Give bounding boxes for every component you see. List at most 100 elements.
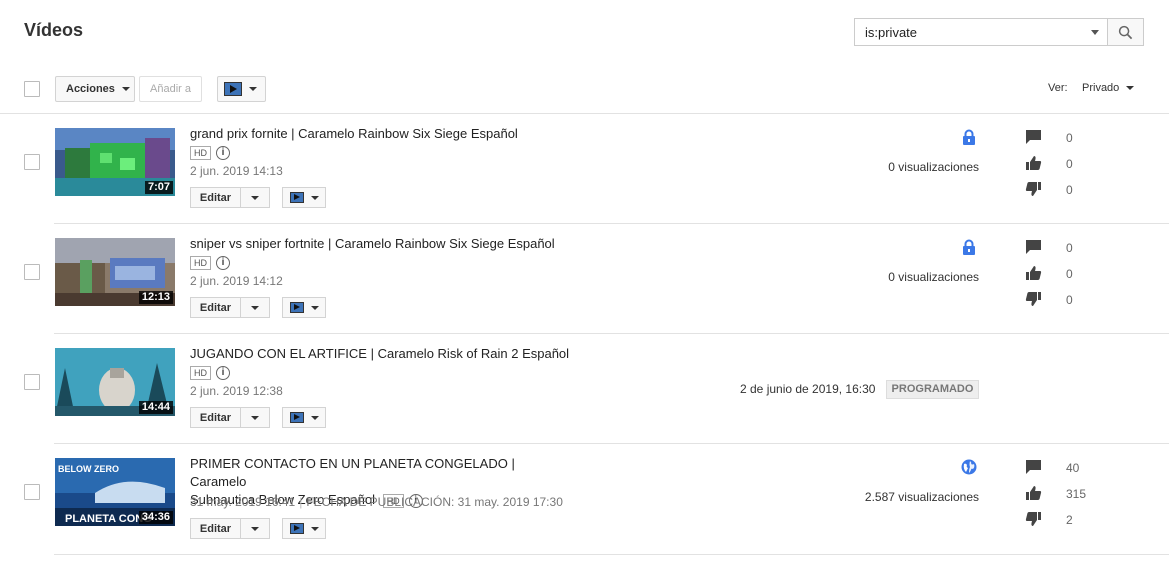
edit-label: Editar [191,188,241,207]
edit-button[interactable]: Editar [190,187,270,208]
view-label: Ver: [1048,82,1068,94]
youtube-menu-button[interactable] [282,518,326,539]
thumbs-down-icon [1025,182,1041,196]
edit-dropdown[interactable] [241,408,269,427]
hd-badge: HD [190,145,211,160]
row-divider [54,223,1169,224]
info-icon[interactable]: i [216,365,230,380]
add-to-label: Añadir a [150,83,191,95]
edit-label: Editar [191,408,241,427]
edit-button[interactable]: Editar [190,297,270,318]
thumbs-up-icon [1026,266,1042,280]
thumbnail-text-top: BELOW ZERO [58,464,119,474]
edit-button[interactable]: Editar [190,407,270,428]
comment-count: 40 [1066,461,1080,475]
youtube-actions-button[interactable] [217,76,266,102]
row-checkbox[interactable] [24,264,40,280]
chevron-down-icon [121,87,130,91]
chevron-down-icon [251,415,259,420]
youtube-menu-button[interactable] [282,297,326,318]
row-divider [54,333,1169,334]
duration-label: 34:36 [138,511,173,524]
search-dropdown-caret-icon[interactable] [1091,30,1099,35]
add-to-button[interactable]: Añadir a [139,76,202,102]
like-count: 315 [1066,487,1087,501]
thumbs-down-icon [1025,292,1041,306]
chevron-down-icon [310,526,319,531]
edit-label: Editar [191,298,241,317]
duration-label: 7:07 [144,181,173,194]
edit-label: Editar [191,519,241,538]
duration-label: 12:13 [138,291,173,304]
hd-badge: HD [190,365,211,380]
chevron-down-icon [1126,86,1135,90]
lock-icon [963,239,975,255]
video-date: 2 jun. 2019 14:13 [190,164,283,178]
view-count: 2.587 visualizaciones [864,490,979,504]
video-badges: HD i [190,364,230,382]
video-date: 2 jun. 2019 14:12 [190,274,283,288]
chevron-down-icon [251,195,259,200]
scheduled-badge: PROGRAMADO [886,380,979,399]
chevron-down-icon [249,87,257,91]
youtube-menu-button[interactable] [282,407,326,428]
video-title[interactable]: JUGANDO CON EL ARTIFICE | Caramelo Risk … [190,345,570,363]
row-checkbox[interactable] [24,154,40,170]
view-selected: Privado [1082,82,1120,94]
edit-dropdown[interactable] [241,188,269,207]
search-box [854,18,1144,46]
video-thumbnail[interactable]: 12:13 [55,238,175,306]
thumbs-up-icon [1026,486,1042,500]
view-select[interactable]: Privado [1082,82,1135,94]
video-thumbnail[interactable]: 14:44 [55,348,175,416]
youtube-logo-icon [289,192,304,203]
dislike-count: 0 [1066,293,1073,307]
row-checkbox[interactable] [24,484,40,500]
view-count: 0 visualizaciones [888,160,979,174]
dislike-count: 0 [1066,183,1073,197]
comment-icon [1026,130,1041,144]
comment-count: 0 [1066,131,1073,145]
hd-badge: HD [190,255,211,270]
video-title[interactable]: grand prix fornite | Caramelo Rainbow Si… [190,125,570,143]
page-title: Vídeos [24,20,84,40]
like-count: 0 [1066,157,1073,171]
chevron-down-icon [310,305,319,310]
globe-icon [961,459,977,475]
actions-button[interactable]: Acciones [55,76,135,102]
separator: | [299,495,303,509]
dislike-count: 2 [1066,513,1073,527]
youtube-logo-icon [224,82,242,96]
comment-icon [1026,460,1041,474]
chevron-down-icon [310,195,319,200]
comment-icon [1026,240,1041,254]
video-badges: HD i [190,254,230,272]
scheduled-date: 2 de junio de 2019, 16:30 [740,382,876,396]
video-date-row: 31 may. 2019 16:41 | FECHA DE PUBLICACIÓN:… [190,495,563,509]
video-badges: HD i [190,144,230,162]
row-checkbox[interactable] [24,374,40,390]
youtube-menu-button[interactable] [282,187,326,208]
like-count: 0 [1066,267,1073,281]
select-all-checkbox[interactable] [24,81,40,97]
info-icon[interactable]: i [216,255,230,270]
video-title-line1: PRIMER CONTACTO EN UN PLANETA CONGELADO … [190,456,515,489]
edit-dropdown[interactable] [241,519,269,538]
chevron-down-icon [310,415,319,420]
info-icon[interactable]: i [216,145,230,160]
video-thumbnail[interactable]: BELOW ZERO PLANETA CONG 34:36 [55,458,175,526]
view-count: 0 visualizaciones [888,270,979,284]
edit-dropdown[interactable] [241,298,269,317]
duration-label: 14:44 [138,401,173,414]
youtube-logo-icon [289,412,304,423]
lock-icon [963,129,975,145]
video-date: 31 may. 2019 16:41 [190,495,296,509]
edit-button[interactable]: Editar [190,518,270,539]
thumbs-down-icon [1025,512,1041,526]
video-thumbnail[interactable]: 7:07 [55,128,175,196]
search-button[interactable] [1107,19,1143,45]
search-icon [1118,25,1133,39]
search-input[interactable] [855,19,1105,45]
actions-label: Acciones [66,83,115,95]
video-title[interactable]: sniper vs sniper fortnite | Caramelo Rai… [190,235,570,253]
